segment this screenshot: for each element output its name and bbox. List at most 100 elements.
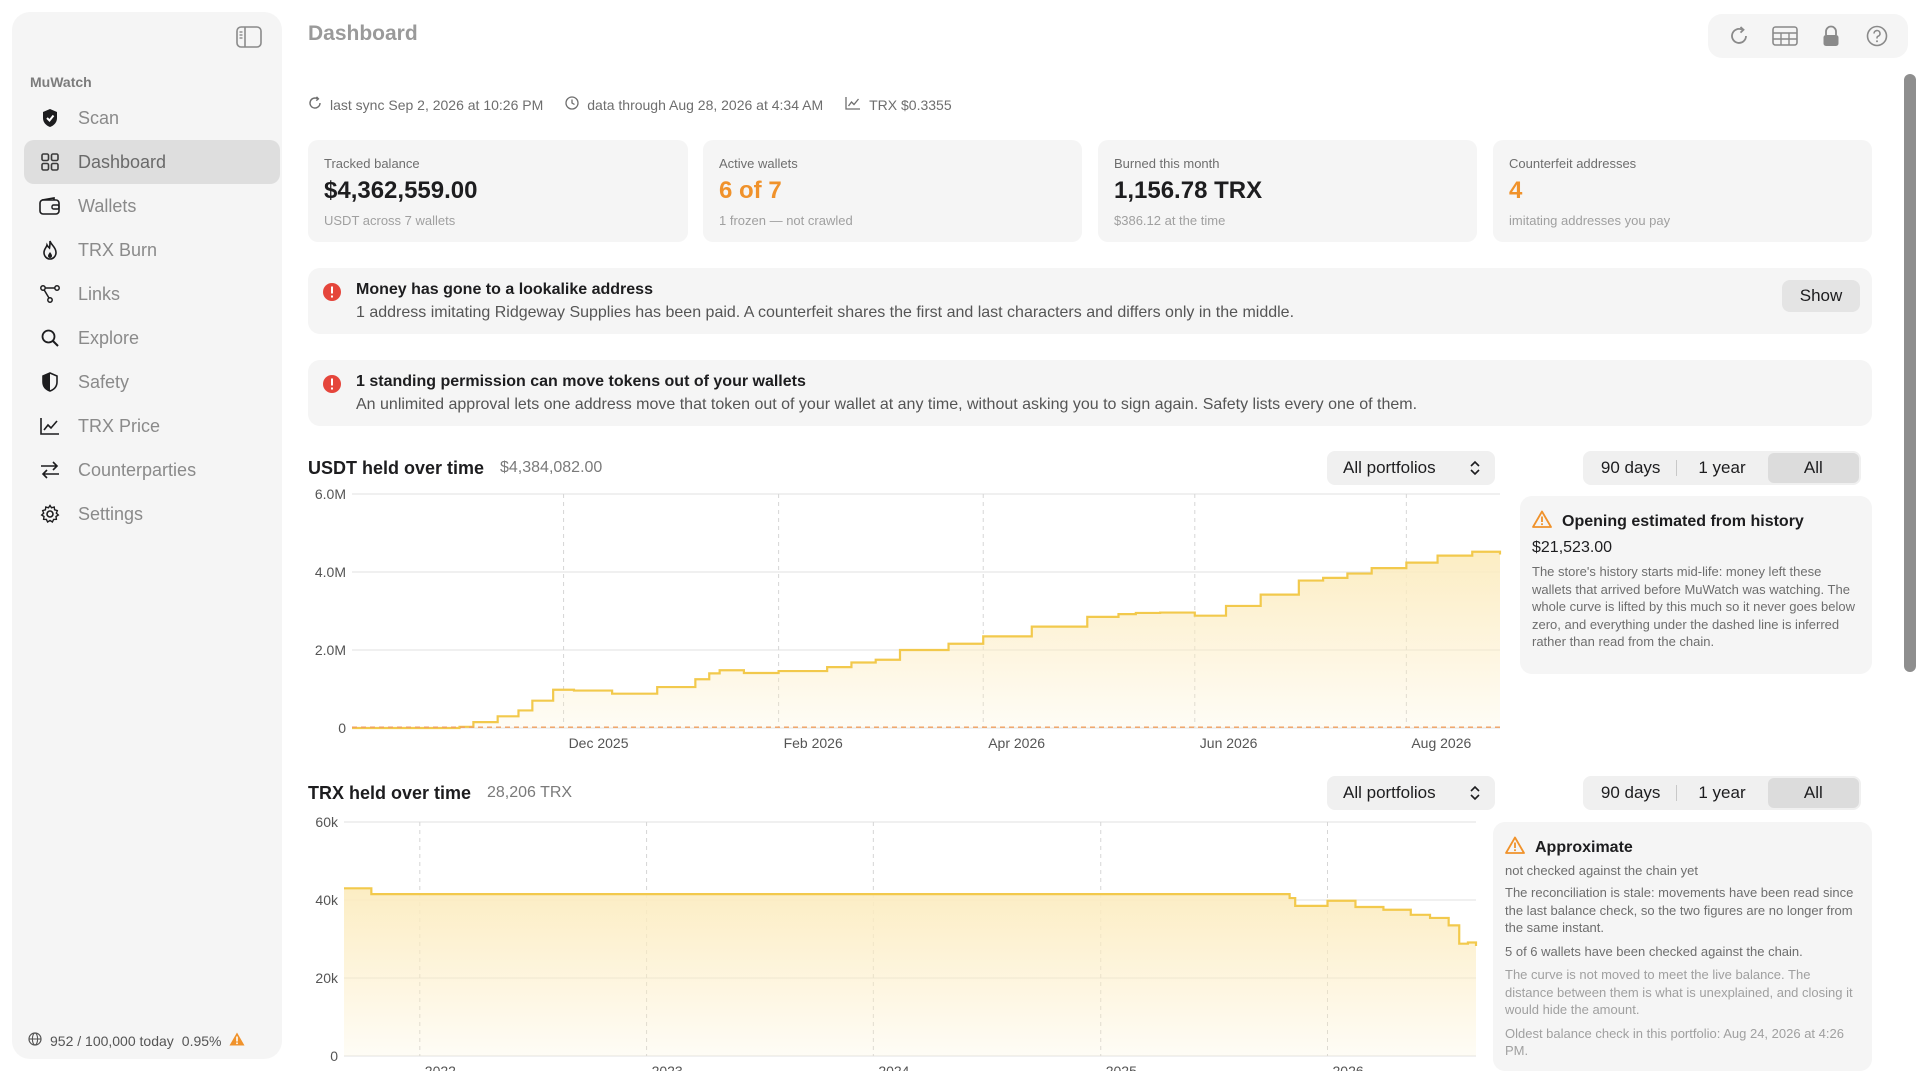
- usdt-portfolio-select[interactable]: All portfolios: [1327, 451, 1495, 485]
- help-icon[interactable]: [1862, 21, 1892, 51]
- alert-title: 1 standing permission can move tokens ou…: [356, 373, 806, 390]
- alert-body: 1 address imitating Ridgeway Supplies ha…: [356, 304, 1295, 321]
- shield-half-icon: [38, 370, 62, 394]
- trx-x-tick-label: 2022: [425, 1063, 456, 1071]
- trx-price-text: TRX $0.3355: [869, 96, 952, 113]
- sidebar-item-trx-burn[interactable]: TRX Burn: [24, 228, 280, 272]
- card-value: 1,156.78 TRX: [1114, 177, 1263, 204]
- note-paragraph-3: The curve is not moved to meet the live …: [1505, 967, 1853, 1017]
- sync-icon: [308, 96, 322, 113]
- sidebar: MuWatch Scan Dashboard Wallets TRX Burn …: [12, 12, 282, 1059]
- range-90-days[interactable]: 90 days: [1585, 778, 1676, 808]
- warning-outline-icon: [1505, 836, 1525, 859]
- usdt-y-tick-label: 0: [338, 720, 346, 736]
- card-title: Counterfeit addresses: [1509, 156, 1637, 171]
- range-all[interactable]: All: [1767, 778, 1859, 808]
- sidebar-item-scan[interactable]: Scan: [24, 96, 280, 140]
- graph-nodes-icon: [38, 282, 62, 306]
- trx-area-chart: 0 20k 40k 60k 2022 2023 2024 2025 2026: [315, 814, 1478, 1071]
- sync-status-bar: last sync Sep 2, 2026 at 10:26 PM data t…: [308, 96, 966, 113]
- sidebar-item-settings[interactable]: Settings: [24, 492, 280, 536]
- flame-icon: [38, 238, 62, 262]
- sidebar-item-label: Dashboard: [78, 151, 167, 172]
- select-value: All portfolios: [1343, 458, 1436, 477]
- sidebar-item-safety[interactable]: Safety: [24, 360, 280, 404]
- globe-icon: [28, 1032, 42, 1049]
- arrows-exchange-icon: [38, 458, 62, 482]
- card-counterfeit: Counterfeit addresses 4 imitating addres…: [1493, 140, 1872, 242]
- sidebar-item-dashboard[interactable]: Dashboard: [24, 140, 280, 184]
- sidebar-item-explore[interactable]: Explore: [24, 316, 280, 360]
- card-subtitle: 1 frozen — not crawled: [719, 213, 853, 228]
- trx-approximate-note: Approximate not checked against the chai…: [1493, 822, 1872, 1071]
- sidebar-item-label: Explore: [78, 327, 140, 348]
- usdt-range-segmented: 90 days 1 year All: [1583, 451, 1861, 485]
- alert-title: Money has gone to a lookalike address: [356, 281, 653, 298]
- card-title: Tracked balance: [324, 156, 420, 171]
- warning-outline-icon: [1532, 510, 1552, 533]
- usage-count: 952 / 100,000 today: [50, 1032, 174, 1049]
- card-active-wallets: Active wallets 6 of 7 1 frozen — not cra…: [703, 140, 1082, 242]
- sidebar-item-label: Settings: [78, 503, 144, 524]
- trx-range-segmented: 90 days 1 year All: [1583, 776, 1861, 810]
- usdt-x-tick-label: Aug 2026: [1411, 735, 1471, 751]
- alert-body: An unlimited approval lets one address m…: [356, 396, 1418, 413]
- note-paragraph-2: 5 of 6 wallets have been checked against…: [1505, 943, 1803, 959]
- page-title: Dashboard: [308, 22, 418, 45]
- sidebar-item-label: TRX Burn: [78, 239, 158, 260]
- last-sync-text: last sync Sep 2, 2026 at 10:26 PM: [330, 96, 544, 113]
- chevron-updown-icon: [1469, 784, 1481, 807]
- alert-permission: 1 standing permission can move tokens ou…: [308, 360, 1872, 426]
- range-90-days[interactable]: 90 days: [1585, 453, 1676, 483]
- usdt-opening-note: Opening estimated from history $21,523.0…: [1520, 496, 1872, 674]
- trx-y-tick-label: 40k: [315, 892, 339, 908]
- usdt-x-tick-label: Jun 2026: [1200, 735, 1258, 751]
- warning-icon: [229, 1032, 245, 1049]
- range-1-year[interactable]: 1 year: [1676, 778, 1767, 808]
- card-value: 6 of 7: [719, 177, 782, 204]
- alert-lookalike: Money has gone to a lookalike address 1 …: [308, 268, 1872, 334]
- card-title: Burned this month: [1114, 156, 1220, 171]
- usdt-y-tick-label: 6.0M: [315, 486, 346, 502]
- lock-icon[interactable]: [1816, 21, 1846, 51]
- sidebar-item-label: Scan: [78, 107, 120, 128]
- sidebar-item-trx-price[interactable]: TRX Price: [24, 404, 280, 448]
- sidebar-item-wallets[interactable]: Wallets: [24, 184, 280, 228]
- card-value: 4: [1509, 177, 1523, 204]
- refresh-icon[interactable]: [1724, 21, 1754, 51]
- sidebar-item-label: Safety: [78, 371, 130, 392]
- shield-scan-icon: [38, 106, 62, 130]
- card-tracked-balance: Tracked balance $4,362,559.00 USDT acros…: [308, 140, 688, 242]
- card-subtitle: $386.12 at the time: [1114, 213, 1226, 228]
- note-paragraph-4: Oldest balance check in this portfolio: …: [1505, 1025, 1844, 1059]
- sidebar-item-label: TRX Price: [78, 415, 161, 436]
- sidebar-toggle-icon[interactable]: [236, 26, 262, 48]
- note-title: Opening estimated from history: [1562, 512, 1804, 530]
- card-value: $4,362,559.00: [324, 177, 478, 204]
- trx-portfolio-select[interactable]: All portfolios: [1327, 776, 1495, 810]
- usage-percent: 0.95%: [181, 1032, 222, 1049]
- usdt-x-tick-label: Feb 2026: [784, 735, 843, 751]
- card-subtitle: USDT across 7 wallets: [324, 213, 456, 228]
- scrollbar[interactable]: [1904, 74, 1916, 672]
- sidebar-item-counterparties[interactable]: Counterparties: [24, 448, 280, 492]
- trx-x-tick-label: 2024: [878, 1063, 909, 1071]
- trx-y-tick-label: 0: [330, 1048, 338, 1064]
- show-button[interactable]: Show: [1782, 280, 1860, 312]
- range-1-year[interactable]: 1 year: [1676, 453, 1767, 483]
- trx-x-tick-label: 2025: [1106, 1063, 1137, 1071]
- chevron-updown-icon: [1469, 459, 1481, 482]
- range-all[interactable]: All: [1767, 453, 1859, 483]
- sidebar-item-links[interactable]: Links: [24, 272, 280, 316]
- usdt-x-tick-label: Dec 2025: [569, 735, 629, 751]
- trx-chart-value: 28,206 TRX: [487, 784, 573, 801]
- sidebar-item-label: Wallets: [78, 195, 137, 216]
- note-body: The store's history starts mid-life: mon…: [1532, 564, 1855, 649]
- gear-icon: [38, 502, 62, 526]
- select-value: All portfolios: [1343, 783, 1436, 802]
- card-subtitle: imitating addresses you pay: [1509, 213, 1671, 228]
- usdt-chart-title: USDT held over time: [308, 458, 485, 478]
- trx-x-tick-label: 2023: [652, 1063, 683, 1071]
- table-icon[interactable]: [1770, 21, 1800, 51]
- data-through-text: data through Aug 28, 2026 at 4:34 AM: [587, 96, 824, 113]
